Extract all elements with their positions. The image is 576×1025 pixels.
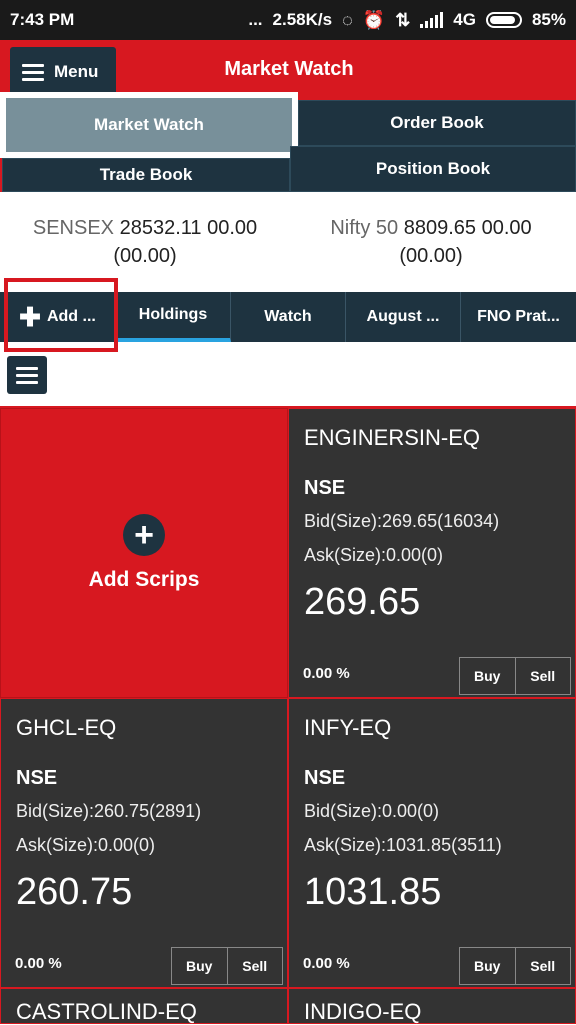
menu-button[interactable]: Menu <box>10 47 116 97</box>
scrip-name: CASTROLIND-EQ <box>16 999 197 1024</box>
tab-label: Watch <box>264 308 312 325</box>
scrip-name: INFY-EQ <box>304 715 392 740</box>
list-icon <box>16 366 38 384</box>
scrip-exchange: NSE <box>304 767 346 789</box>
scrip-tile[interactable]: INDIGO-EQ <box>288 988 576 1024</box>
scrip-name: ENGINERSIN-EQ <box>304 425 481 450</box>
add-scrips-label: Add Scrips <box>88 568 200 591</box>
tab-august[interactable]: August ... <box>346 292 461 342</box>
sell-button[interactable]: Sell <box>514 948 570 984</box>
tab-label: Market Watch <box>94 115 204 134</box>
scrip-name: INDIGO-EQ <box>304 999 422 1024</box>
main-tabs: Market Watch Order Book Trade Book Posit… <box>0 92 576 192</box>
add-scrips-tile[interactable]: + Add Scrips <box>0 408 288 698</box>
status-speed: 2.58K/s <box>272 10 333 29</box>
scrip-bid: Bid(Size):0.00(0) <box>304 801 440 821</box>
scrip-ask: Ask(Size):0.00(0) <box>304 545 444 565</box>
index-sensex: SENSEX 28532.11 00.00 (00.00) <box>0 214 290 270</box>
sell-button[interactable]: Sell <box>514 658 570 694</box>
buy-button[interactable]: Buy <box>172 948 227 984</box>
status-battery: 85% <box>531 10 566 29</box>
scrip-ltp: 1031.85 <box>304 871 442 913</box>
scrip-tile[interactable]: INFY-EQ NSE Bid(Size):0.00(0) Ask(Size):… <box>288 698 576 988</box>
indices-bar: SENSEX 28532.11 00.00 (00.00) Nifty 50 8… <box>0 192 576 288</box>
scrip-actions: Buy Sell <box>459 657 571 695</box>
view-toggle-button[interactable] <box>7 356 47 394</box>
index-pct: (00.00) <box>399 245 463 267</box>
app-bar: Market Watch Menu <box>0 40 576 100</box>
scrip-actions: Buy Sell <box>459 947 571 985</box>
tab-holdings[interactable]: Holdings <box>116 292 231 342</box>
scrip-bid: Bid(Size):260.75(2891) <box>16 801 202 821</box>
status-dots: ... <box>248 10 263 29</box>
tab-label: FNO Prat... <box>477 308 560 325</box>
index-pct: (00.00) <box>113 245 177 267</box>
status-bar: 7:43 PM ... 2.58K/s ◌ ⏰ ⇅ 4G 85% <box>0 0 576 40</box>
scrip-tile[interactable]: GHCL-EQ NSE Bid(Size):260.75(2891) Ask(S… <box>0 698 288 988</box>
scrip-change: 0.00 % <box>303 665 350 682</box>
tab-label: Trade Book <box>99 165 193 184</box>
buy-button[interactable]: Buy <box>460 948 515 984</box>
tab-order-book[interactable]: Order Book <box>298 100 576 146</box>
signal-icon <box>420 12 444 28</box>
tab-position-book[interactable]: Position Book <box>290 146 576 192</box>
index-name: Nifty 50 <box>330 217 399 239</box>
index-change: 00.00 <box>207 217 258 239</box>
tab-label: Holdings <box>138 306 208 323</box>
tab-label: Order Book <box>390 113 484 132</box>
index-value: 8809.65 <box>403 217 477 239</box>
tab-watch[interactable]: Watch <box>231 292 346 342</box>
data-arrows-icon: ⇅ <box>395 10 411 30</box>
scrip-tile[interactable]: ENGINERSIN-EQ NSE Bid(Size):269.65(16034… <box>288 408 576 698</box>
scrip-ask: Ask(Size):1031.85(3511) <box>304 835 502 855</box>
tab-trade-book[interactable]: Trade Book <box>2 158 290 192</box>
scrip-actions: Buy Sell <box>171 947 283 985</box>
status-network: 4G <box>453 10 476 29</box>
plus-circle-icon: + <box>123 514 165 556</box>
tab-fno[interactable]: FNO Prat... <box>461 292 576 342</box>
battery-icon <box>485 12 522 28</box>
tab-market-watch[interactable]: Market Watch <box>0 92 298 158</box>
scrip-change: 0.00 % <box>15 955 62 972</box>
scrip-ask: Ask(Size):0.00(0) <box>16 835 156 855</box>
menu-label: Menu <box>54 62 99 81</box>
index-nifty: Nifty 50 8809.65 00.00 (00.00) <box>286 214 576 270</box>
alarm-icon: ⏰ <box>362 10 386 30</box>
index-change: 00.00 <box>481 217 532 239</box>
buy-button[interactable]: Buy <box>460 658 515 694</box>
tab-label: Position Book <box>375 159 491 178</box>
sync-icon: ◌ <box>342 10 353 30</box>
scrip-name: GHCL-EQ <box>16 715 117 740</box>
scrip-bid: Bid(Size):269.65(16034) <box>304 511 500 531</box>
status-time: 7:43 PM <box>10 10 75 29</box>
add-tab-highlight <box>4 278 118 352</box>
hamburger-icon <box>22 63 44 81</box>
tab-label: August ... <box>366 308 440 325</box>
scrip-ltp: 260.75 <box>16 871 133 913</box>
index-value: 28532.11 <box>119 217 202 239</box>
scrip-exchange: NSE <box>16 767 58 789</box>
index-name: SENSEX <box>32 217 115 239</box>
scrip-tile[interactable]: CASTROLIND-EQ <box>0 988 288 1024</box>
scrip-ltp: 269.65 <box>304 581 421 623</box>
scrip-exchange: NSE <box>304 477 346 499</box>
scrip-change: 0.00 % <box>303 955 350 972</box>
sell-button[interactable]: Sell <box>226 948 282 984</box>
